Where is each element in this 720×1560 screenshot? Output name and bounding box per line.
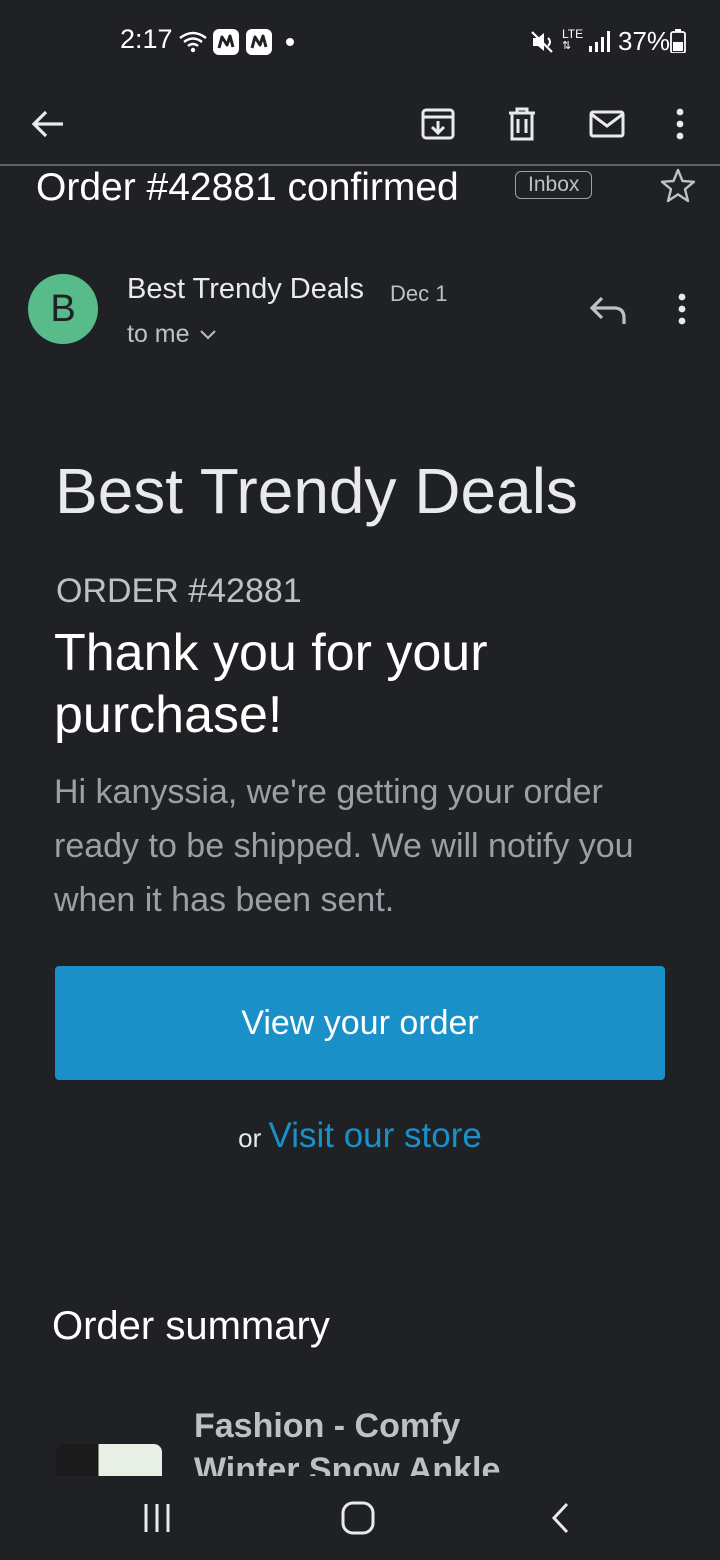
- home-button[interactable]: [328, 1492, 388, 1544]
- mute-icon: [531, 31, 553, 53]
- recipient-toggle[interactable]: to me: [127, 320, 216, 349]
- reply-icon: [589, 296, 626, 324]
- star-icon: [660, 168, 696, 203]
- dot-icon: [286, 38, 294, 46]
- status-time: 2:17: [120, 24, 173, 54]
- wifi-icon: [179, 31, 207, 53]
- star-button[interactable]: [658, 166, 698, 206]
- battery-icon: [670, 29, 686, 53]
- store-link-line: or Visit our store: [0, 1116, 720, 1156]
- thank-you-heading: Thank you for your purchase!: [54, 624, 488, 744]
- delete-button[interactable]: [492, 94, 552, 154]
- order-summary-heading: Order summary: [52, 1304, 330, 1348]
- back-nav-button[interactable]: [530, 1492, 590, 1544]
- product-name[interactable]: Fashion - Comfy Winter Snow Ankle: [194, 1404, 524, 1476]
- delete-icon: [509, 107, 535, 141]
- inbox-label-chip[interactable]: Inbox: [515, 171, 593, 199]
- back-nav-icon: [551, 1502, 569, 1534]
- mark-unread-icon: [589, 110, 625, 138]
- recipient-label: to me: [127, 320, 190, 348]
- chevron-down-icon: [199, 329, 216, 339]
- home-icon: [341, 1501, 375, 1535]
- arrow-left-icon: [31, 110, 63, 138]
- notification-app-icon: [213, 29, 239, 55]
- product-thumbnail[interactable]: [56, 1444, 162, 1476]
- recent-apps-icon: [144, 1504, 170, 1532]
- more-vert-icon: [678, 293, 686, 325]
- archive-icon: [421, 108, 455, 140]
- view-order-button[interactable]: View your order: [55, 966, 665, 1080]
- back-button[interactable]: [18, 94, 78, 154]
- navigation-bar: [0, 1476, 720, 1560]
- reply-button[interactable]: [584, 286, 634, 336]
- mark-unread-button[interactable]: [577, 94, 637, 154]
- or-text: or: [238, 1123, 262, 1153]
- archive-button[interactable]: [408, 94, 468, 154]
- intro-paragraph: Hi kanyssia, we're getting your order re…: [54, 773, 634, 919]
- email-subject: Order #42881 confirmed: [36, 166, 459, 209]
- more-options-button[interactable]: [650, 94, 710, 154]
- sender-name: Best Trendy Deals: [127, 273, 364, 305]
- brand-heading: Best Trendy Deals: [55, 455, 578, 527]
- recent-apps-button[interactable]: [127, 1492, 187, 1544]
- email-date: Dec 1: [390, 281, 448, 306]
- status-bar: 2:17 LTE ⇅ 37%: [0, 0, 720, 82]
- notification-app-icon: [246, 29, 272, 55]
- app-bar: [0, 82, 720, 166]
- more-vert-icon: [676, 108, 684, 140]
- lte-icon: LTE ⇅: [562, 27, 584, 52]
- order-number: ORDER #42881: [56, 572, 302, 610]
- visit-store-link[interactable]: Visit our store: [269, 1116, 482, 1155]
- sender-avatar[interactable]: B: [28, 274, 98, 344]
- battery-percent: 37%: [618, 26, 671, 56]
- signal-icon: [589, 31, 610, 52]
- message-more-button[interactable]: [660, 286, 704, 336]
